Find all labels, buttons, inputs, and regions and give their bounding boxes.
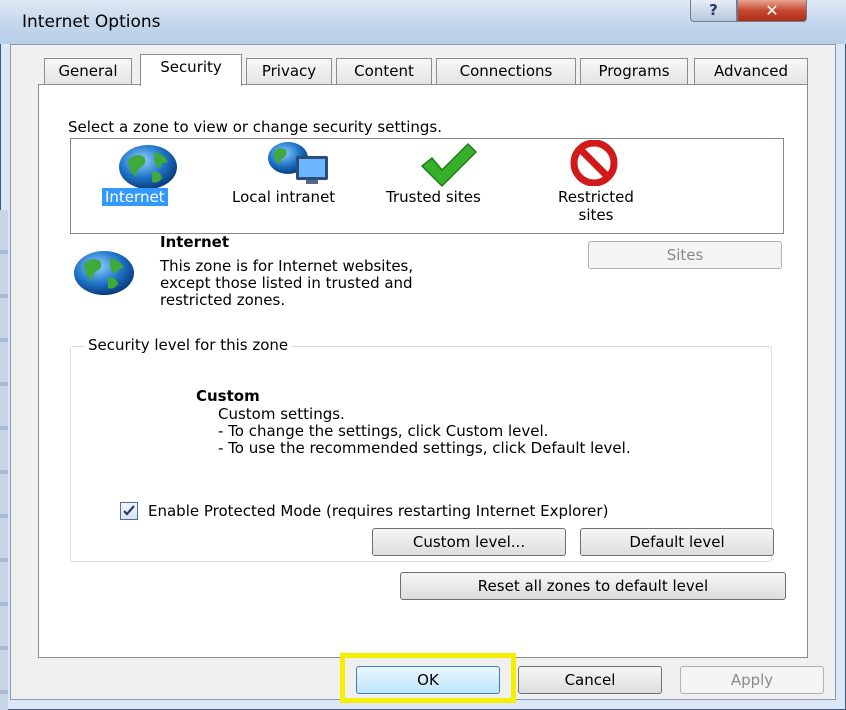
close-button[interactable]: ✕ <box>737 0 807 22</box>
tab-security[interactable]: Security <box>140 54 242 86</box>
zone-restricted-label-2: sites <box>578 206 614 224</box>
zone-desc-line-2: except those listed in trusted and <box>160 274 413 292</box>
tab-content[interactable]: Content <box>336 58 432 84</box>
tab-general[interactable]: General <box>44 58 132 84</box>
reset-all-zones-button[interactable]: Reset all zones to default level <box>400 572 786 600</box>
zone-restricted-sites[interactable]: Restricted sites <box>546 188 646 224</box>
close-icon: ✕ <box>765 1 779 20</box>
zone-prompt: Select a zone to view or change security… <box>68 118 443 136</box>
zone-trusted-sites[interactable]: Trusted sites <box>386 188 481 206</box>
sites-button[interactable]: Sites <box>588 241 782 269</box>
protected-mode-label[interactable]: Enable Protected Mode (requires restarti… <box>148 502 608 520</box>
default-level-button[interactable]: Default level <box>580 528 774 556</box>
tab-privacy[interactable]: Privacy <box>246 58 332 84</box>
security-level-line-2: - To change the settings, click Custom l… <box>218 422 549 440</box>
tab-advanced[interactable]: Advanced <box>694 58 808 84</box>
zone-local-intranet[interactable]: Local intranet <box>232 188 335 206</box>
help-icon: ? <box>709 1 718 19</box>
custom-level-button[interactable]: Custom level... <box>372 528 566 556</box>
ok-button-highlight <box>340 653 516 703</box>
zone-internet[interactable]: Internet <box>102 188 168 206</box>
selected-zone-globe-icon <box>72 250 136 296</box>
checkmark-icon[interactable] <box>416 142 480 188</box>
security-level-line-3: - To use the recommended settings, click… <box>218 439 631 457</box>
zone-info-name: Internet <box>160 233 230 251</box>
tab-programs[interactable]: Programs <box>580 58 688 84</box>
zone-desc-line-3: restricted zones. <box>160 291 286 309</box>
cancel-button[interactable]: Cancel <box>518 666 662 694</box>
apply-button[interactable]: Apply <box>680 666 824 694</box>
help-button[interactable]: ? <box>690 0 737 22</box>
security-level-description: Custom settings. - To change the setting… <box>218 406 631 457</box>
zone-restricted-label-1: Restricted <box>558 188 634 206</box>
security-level-group-title: Security level for this zone <box>84 336 293 354</box>
tab-connections[interactable]: Connections <box>436 58 576 84</box>
security-level-line-1: Custom settings. <box>218 405 345 423</box>
checkmark-glyph-icon <box>123 505 135 516</box>
intranet-icon[interactable] <box>264 140 334 186</box>
globe-icon[interactable] <box>118 144 180 190</box>
zone-desc-line-1: This zone is for Internet websites, <box>160 257 414 275</box>
security-level-name: Custom <box>196 387 260 405</box>
protected-mode-checkbox[interactable] <box>120 502 138 520</box>
background-window-edge <box>0 210 8 710</box>
blocked-icon[interactable] <box>564 139 624 187</box>
window-title: Internet Options <box>22 12 161 32</box>
zone-info-description: This zone is for Internet websites, exce… <box>160 258 413 309</box>
